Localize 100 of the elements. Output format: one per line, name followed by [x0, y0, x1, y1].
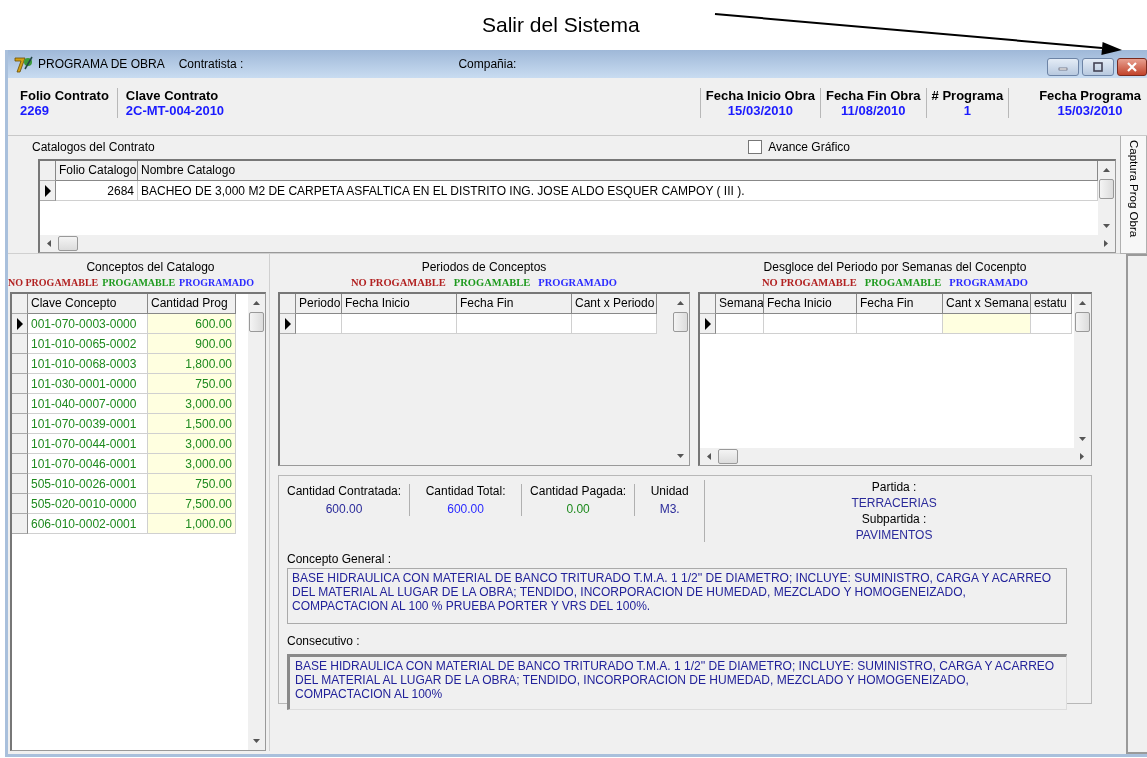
scrollbar-thumb[interactable] [249, 312, 264, 332]
table-cell[interactable] [457, 314, 572, 334]
table-cell[interactable] [296, 314, 342, 334]
table-cell[interactable]: 101-070-0039-0001 [28, 414, 148, 434]
table-cell[interactable]: 7,500.00 [148, 494, 236, 514]
column-header[interactable]: Fecha Inicio [764, 294, 857, 314]
table-cell[interactable]: 900.00 [148, 334, 236, 354]
column-header[interactable]: Fecha Fin [857, 294, 943, 314]
scrollbar-thumb[interactable] [1075, 312, 1090, 332]
table-cell[interactable]: 101-070-0044-0001 [28, 434, 148, 454]
table-cell[interactable]: 750.00 [148, 374, 236, 394]
annotation-label: Salir del Sistema [482, 13, 640, 37]
column-header[interactable]: Fecha Fin [457, 294, 572, 314]
table-cell[interactable]: 3,000.00 [148, 454, 236, 474]
app-logo-icon [14, 55, 34, 73]
table-cell[interactable]: 1,500.00 [148, 414, 236, 434]
legend-label: PROGRAMADO [538, 277, 617, 290]
field-value: 1 [963, 103, 971, 118]
vertical-scrollbar[interactable] [1098, 161, 1115, 235]
scrollbar-thumb[interactable] [1099, 179, 1114, 199]
horizontal-scrollbar[interactable] [40, 235, 1115, 252]
partida-value: TERRACERIAS [851, 496, 937, 510]
legend-label: PROGAMABLE [453, 277, 531, 290]
field-label: Fecha Inicio Obra [705, 88, 815, 103]
legend-label: PROGRAMADO [949, 277, 1028, 290]
scrollbar-thumb[interactable] [718, 449, 738, 464]
column-header[interactable]: estatu [1031, 294, 1072, 314]
column-header[interactable]: Folio Catalogo [56, 161, 138, 181]
table-cell[interactable] [716, 314, 764, 334]
field-label: Concepto General : [287, 552, 393, 566]
table-cell[interactable]: 101-040-0007-0000 [28, 394, 148, 414]
scrollbar-thumb[interactable] [673, 312, 688, 332]
stat-value: 600.00 [447, 502, 484, 516]
table-cell[interactable]: 101-010-0065-0002 [28, 334, 148, 354]
stat-label: Cantidad Contratada: [287, 484, 402, 498]
table-cell[interactable] [857, 314, 943, 334]
table-cell[interactable]: 505-010-0026-0001 [28, 474, 148, 494]
table-cell[interactable]: 101-070-0046-0001 [28, 454, 148, 474]
table-cell[interactable]: 3,000.00 [148, 394, 236, 414]
field-value: 15/03/2010 [727, 103, 793, 118]
column-header[interactable]: Periodo [296, 294, 342, 314]
row-header[interactable] [700, 314, 716, 334]
table-cell[interactable]: 3,000.00 [148, 434, 236, 454]
table-cell[interactable]: 101-010-0068-0003 [28, 354, 148, 374]
field-label: Fecha Programa [1039, 88, 1141, 103]
stat-value: M3. [659, 502, 680, 516]
table-cell[interactable] [1031, 314, 1072, 334]
column-header[interactable]: Fecha Inicio [342, 294, 457, 314]
field-value: 2269 [20, 103, 50, 118]
table-cell[interactable] [943, 314, 1031, 334]
subpartida-label: Subpartida : [861, 512, 927, 526]
avance-grafico-checkbox[interactable]: Avance Gráfico [748, 140, 850, 154]
column-header[interactable]: Cant x Semana [943, 294, 1031, 314]
legend-label: PROGAMABLE [864, 277, 942, 290]
row-header[interactable] [40, 181, 56, 201]
column-header[interactable]: Clave Concepto [28, 294, 148, 314]
table-cell[interactable]: 606-010-0002-0001 [28, 514, 148, 534]
column-header[interactable]: Cant x Periodo [572, 294, 657, 314]
table-cell[interactable]: 001-070-0003-0000 [28, 314, 148, 334]
window-title: PROGRAMA DE OBRA [38, 57, 165, 71]
horizontal-scrollbar[interactable] [700, 448, 1091, 465]
panel-title: Conceptos del Catalogo [85, 260, 216, 274]
table-cell[interactable]: 2684 [56, 181, 138, 201]
consecutivo-field[interactable]: BASE HIDRAULICA CON MATERIAL DE BANCO TRITURADO T.M.A. 1 1/2'' DE DIAMETRO; INCLUYE: SUMINISTRO, CARGA Y ACARREO DEL MATERIAL AL LUGAR DE LA OBRA; TENDIDO, INCORPORACION DE HUMEDAD, MEZCLADO Y HOMOGENEIZADO, COMPACTACION AL 100% [287, 654, 1067, 710]
row-pointer-icon [43, 184, 52, 197]
table-cell[interactable]: 1,800.00 [148, 354, 236, 374]
table-cell[interactable]: 505-020-0010-0000 [28, 494, 148, 514]
table-cell[interactable]: 600.00 [148, 314, 236, 334]
side-tab[interactable]: Captura Prog Obra [1120, 136, 1147, 254]
row-pointer-icon [15, 317, 24, 330]
column-header[interactable]: Nombre Catalogo [138, 161, 1098, 181]
close-button[interactable] [1117, 58, 1147, 76]
table-cell[interactable]: BACHEO DE 3,000 M2 DE CARPETA ASFALTICA EN EL DISTRITO ING. JOSE ALDO ESQUER CAMPOY ( III ). [138, 181, 1098, 201]
table-cell[interactable] [764, 314, 857, 334]
table-cell[interactable] [572, 314, 657, 334]
table-cell[interactable]: 750.00 [148, 474, 236, 494]
table-cell[interactable]: 1,000.00 [148, 514, 236, 534]
table-cell[interactable] [342, 314, 457, 334]
vertical-scrollbar[interactable] [1074, 294, 1091, 448]
partida-label: Partida : [871, 480, 917, 494]
subpartida-value: PAVIMENTOS [855, 528, 933, 542]
column-header[interactable]: Semana [716, 294, 764, 314]
table-cell[interactable]: 101-030-0001-0000 [28, 374, 148, 394]
compania-label: Compañia: [458, 57, 517, 71]
maximize-icon [1092, 62, 1104, 72]
section-title: Catalogos del Contrato [32, 140, 155, 154]
stat-label: Unidad [650, 484, 689, 498]
scrollbar-thumb[interactable] [58, 236, 78, 251]
minimize-button[interactable] [1047, 58, 1079, 76]
vertical-scrollbar[interactable] [248, 294, 265, 750]
maximize-button[interactable] [1082, 58, 1114, 76]
column-header[interactable]: Cantidad Prog [148, 294, 236, 314]
field-label: # Programa [931, 88, 1004, 103]
row-header[interactable] [12, 314, 28, 334]
stat-label: Cantidad Pagada: [530, 484, 627, 498]
concepto-general-field[interactable]: BASE HIDRAULICA CON MATERIAL DE BANCO TRITURADO T.M.A. 1 1/2'' DE DIAMETRO; INCLUYE: SUMINISTRO, CARGA Y ACARREO DEL MATERIAL AL LUGAR DE LA OBRA; TENDIDO, INCORPORACION DE HUMEDAD, MEZCLADO Y HOMOGENEIZADO, COMPACTACION AL 100 % PRUEBA PORTER Y VRS DEL 100%. [287, 568, 1067, 624]
field-label: Fecha Fin Obra [825, 88, 921, 103]
legend-label: PROGAMABLE [102, 277, 176, 290]
panel-title: Periodos de Conceptos [420, 260, 548, 274]
row-header[interactable] [280, 314, 296, 334]
